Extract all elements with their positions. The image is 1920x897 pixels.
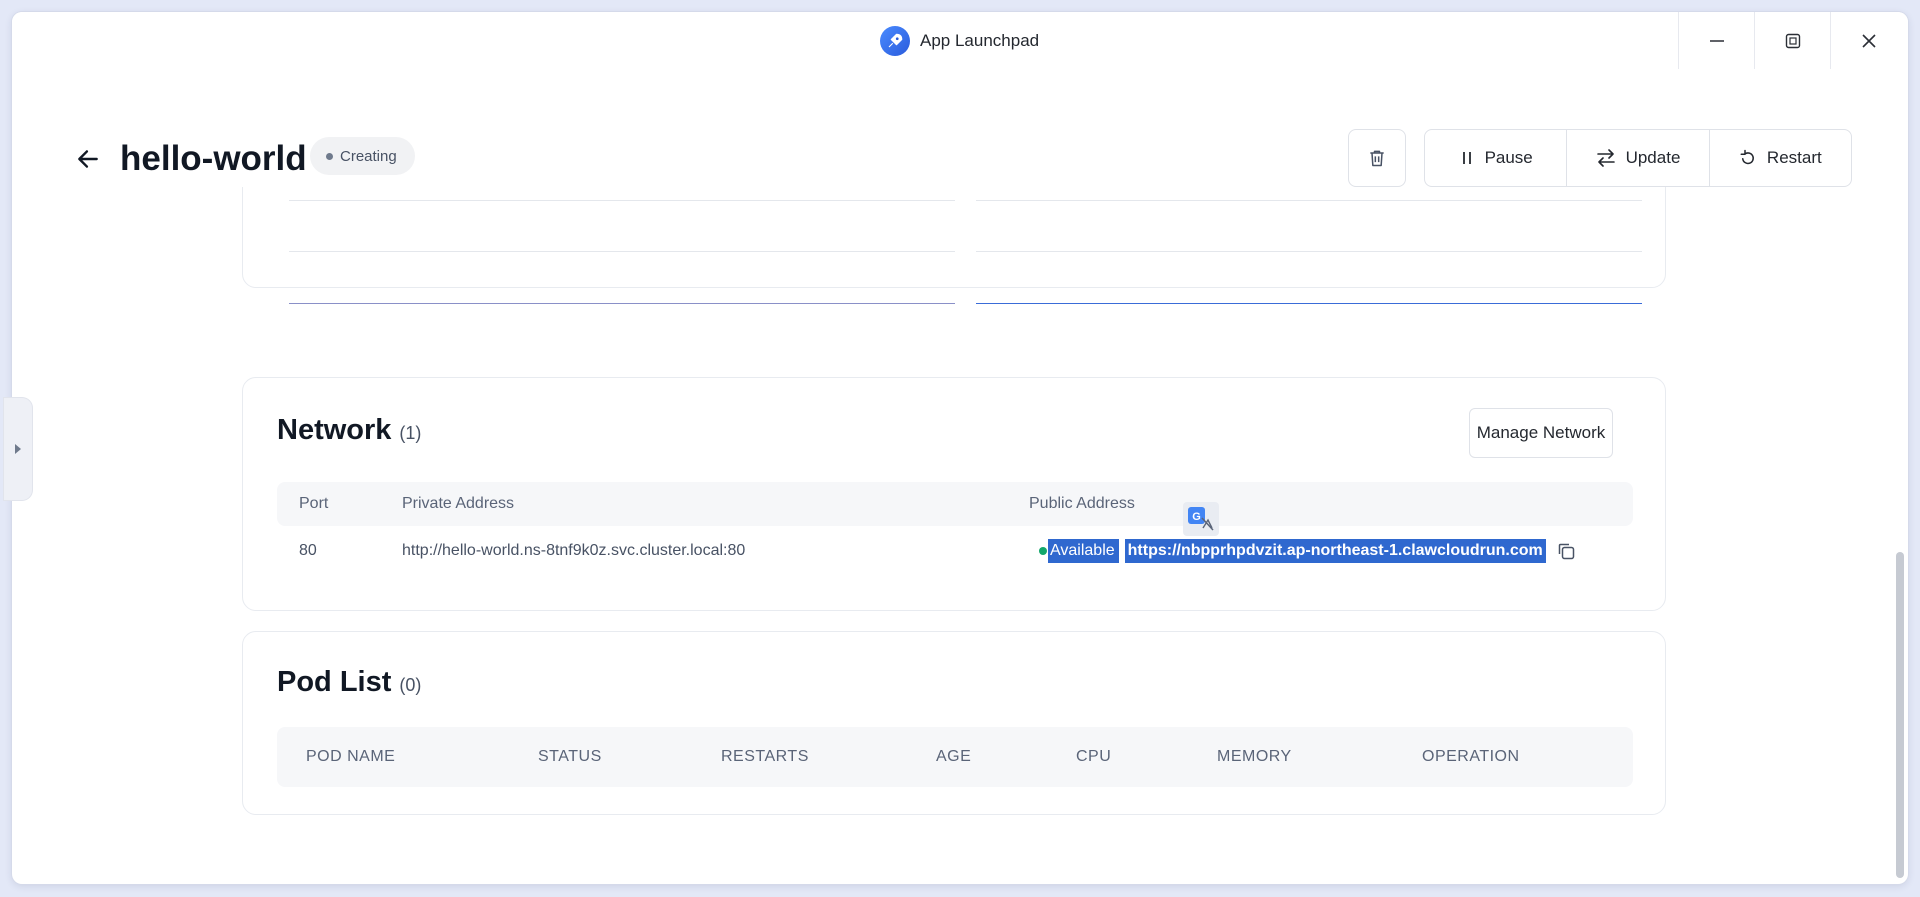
pod-count: (0)	[399, 675, 422, 695]
port-value: 80	[299, 542, 317, 559]
network-card: Network (1) Manage Network Port Private A…	[242, 377, 1666, 611]
detail-content[interactable]: Network (1) Manage Network Port Private A…	[12, 187, 1908, 884]
close-button[interactable]	[1830, 12, 1907, 69]
network-count: (1)	[399, 423, 422, 443]
app-window: App Launchpad hello-world Creating Pause	[12, 12, 1908, 884]
public-address-cell: Available https://nbpprhpdvzit.ap-northe…	[1039, 539, 1576, 563]
network-title: Network (1)	[277, 414, 421, 447]
column-cpu: CPU	[1076, 748, 1112, 765]
pod-table-header: POD NAME STATUS RESTARTS AGE CPU MEMORY …	[277, 727, 1633, 787]
field-divider	[976, 200, 1642, 201]
app-actions: Pause Update Restart	[1424, 129, 1852, 187]
minimize-button[interactable]	[1678, 12, 1755, 69]
pause-icon	[1462, 152, 1471, 164]
column-private-address: Private Address	[402, 495, 515, 512]
pause-button[interactable]: Pause	[1425, 130, 1568, 186]
pod-list-title-text: Pod List	[277, 666, 392, 698]
pause-label: Pause	[1484, 148, 1533, 167]
pod-list-card: Pod List (0) POD NAME STATUS RESTARTS AGE…	[242, 631, 1666, 815]
available-status: Available	[1048, 539, 1119, 563]
translate-icon[interactable]: G	[1183, 502, 1219, 536]
status-dot	[326, 152, 333, 160]
arrow-left-icon	[78, 150, 98, 168]
copy-icon[interactable]	[1556, 541, 1576, 561]
column-public-address: Public Address	[1029, 495, 1135, 512]
column-restarts: RESTARTS	[721, 748, 809, 765]
column-memory: MEMORY	[1217, 748, 1292, 765]
network-title-text: Network	[277, 414, 392, 446]
window-title: App Launchpad	[880, 26, 1039, 56]
delete-button[interactable]	[1348, 129, 1406, 187]
public-address-link[interactable]: https://nbpprhpdvzit.ap-northeast-1.claw…	[1124, 539, 1546, 563]
back-button[interactable]	[70, 141, 106, 177]
column-age: AGE	[936, 748, 972, 765]
window-title-text: App Launchpad	[920, 31, 1040, 50]
column-port: Port	[299, 495, 329, 512]
status-badge: Creating	[310, 137, 415, 175]
network-table-header: Port Private Address Public Address	[277, 482, 1633, 526]
scrollbar-thumb[interactable]	[1896, 552, 1904, 878]
maximize-button[interactable]	[1754, 12, 1831, 69]
close-icon	[1862, 33, 1876, 48]
trash-icon	[1370, 150, 1384, 167]
field-divider	[289, 303, 955, 304]
svg-text:G: G	[1192, 511, 1201, 523]
manage-network-button[interactable]: Manage Network	[1469, 408, 1613, 458]
column-status: STATUS	[538, 748, 602, 765]
update-button[interactable]: Update	[1567, 130, 1710, 186]
field-divider	[289, 251, 955, 252]
available-dot	[1039, 547, 1047, 555]
app-name-title: hello-world	[120, 139, 307, 178]
sidebar-toggle[interactable]	[4, 398, 32, 500]
private-address-value[interactable]: http://hello-world.ns-8tnf9k0z.svc.clust…	[402, 539, 745, 563]
rocket-icon	[880, 26, 910, 56]
caret-right-icon	[15, 444, 21, 454]
title-bar: App Launchpad	[12, 12, 1908, 70]
field-divider	[289, 200, 955, 201]
minimize-icon	[1710, 39, 1724, 42]
pod-list-title: Pod List (0)	[277, 666, 421, 699]
column-pod-name: POD NAME	[306, 748, 396, 765]
swap-arrows-icon	[1596, 149, 1615, 167]
app-header: hello-world Creating Pause Update Restar…	[12, 69, 1908, 187]
restart-label: Restart	[1766, 148, 1822, 167]
field-divider	[976, 251, 1642, 252]
update-label: Update	[1625, 148, 1681, 167]
config-card	[242, 187, 1666, 304]
restart-button[interactable]: Restart	[1710, 130, 1851, 186]
column-operation: OPERATION	[1422, 748, 1520, 765]
restart-icon	[1740, 149, 1754, 165]
status-text: Creating	[340, 147, 397, 165]
maximize-icon	[1785, 33, 1801, 48]
field-divider	[976, 303, 1642, 304]
